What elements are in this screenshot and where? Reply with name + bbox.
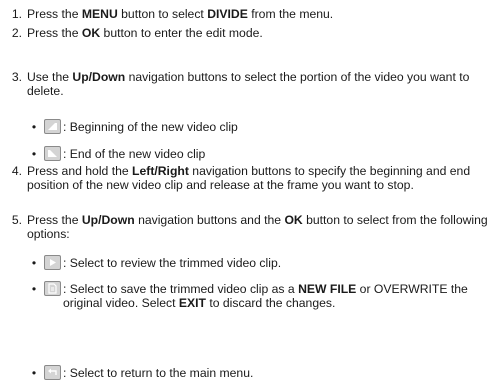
bold-term: OK — [81, 26, 101, 40]
text-run: : Select to save the trimmed video clip … — [63, 282, 299, 296]
text-run: : Select to review the trimmed video cli… — [63, 256, 282, 270]
step-text: Use the Up/Down navigation buttons to se… — [27, 70, 493, 99]
text-run: Press the — [27, 26, 82, 40]
step-1: 1. Press the MENU button to select DIVID… — [8, 7, 493, 22]
step-3: 3. Use the Up/Down navigation buttons to… — [8, 70, 493, 100]
step-5: 5. Press the Up/Down navigation buttons … — [8, 213, 493, 243]
bold-term: MENU — [81, 7, 118, 21]
step-number: 3. — [11, 70, 22, 84]
bullet-dot: • — [31, 256, 37, 270]
step-text: Press the Up/Down navigation buttons and… — [27, 213, 493, 242]
step-number: 2. — [11, 26, 22, 40]
text-run: Press and hold the — [27, 164, 133, 178]
bold-term: NEW FILE — [298, 282, 357, 296]
bold-term: Up/Down — [72, 70, 126, 84]
bold-term: OK — [284, 213, 303, 227]
list-item: • : End of the new video clip — [30, 146, 492, 162]
text-run: from the menu. — [247, 7, 334, 21]
text-run: : Beginning of the new video clip — [63, 120, 238, 134]
text-run: Press the — [27, 213, 82, 227]
bold-term: Up/Down — [81, 213, 135, 227]
clip-end-icon — [44, 146, 61, 161]
text-run: button to select — [117, 7, 208, 21]
text-run: : Select to return to the main menu. — [63, 366, 254, 380]
step-2: 2. Press the OK button to enter the edit… — [8, 26, 493, 41]
bold-term: EXIT — [178, 296, 206, 311]
bullet-dot: • — [31, 282, 37, 296]
step-text: Press the MENU button to select DIVIDE f… — [27, 7, 493, 21]
bullet-dot: • — [31, 147, 37, 161]
bullet-dot: • — [31, 366, 37, 380]
step-text: Press the OK button to enter the edit mo… — [27, 26, 493, 40]
text-run: Press the — [27, 7, 82, 21]
save-icon — [44, 281, 61, 296]
bullet-text: : Select to save the trimmed video clip … — [63, 282, 492, 311]
clip-beginning-icon — [44, 119, 61, 134]
bold-term: Left/Right — [132, 164, 189, 178]
step-4: 4. Press and hold the Left/Right navigat… — [8, 164, 493, 209]
text-run: navigation buttons and the — [134, 213, 285, 227]
list-item: • : Select to save the trimmed video cli… — [30, 281, 492, 326]
step-number: 1. — [11, 7, 22, 21]
text-run: Use the — [27, 70, 73, 84]
bullet-text: : End of the new video clip — [63, 147, 492, 161]
step-text: Press and hold the Left/Right navigation… — [27, 164, 493, 193]
text-run: to discard the changes. — [205, 296, 336, 311]
step-number: 4. — [11, 164, 22, 178]
play-icon — [44, 255, 61, 270]
list-item: • : Select to review the trimmed video c… — [30, 255, 492, 271]
list-item: • : Select to return to the main menu. — [30, 365, 492, 381]
bullet-text: : Beginning of the new video clip — [63, 120, 492, 134]
text-run: : End of the new video clip — [63, 147, 206, 161]
bullet-dot: • — [31, 120, 37, 134]
text-run: button to enter the edit mode. — [100, 26, 263, 40]
step-number: 5. — [11, 213, 22, 227]
return-icon — [44, 365, 61, 380]
bullet-text: : Select to review the trimmed video cli… — [63, 256, 492, 270]
list-item: • : Beginning of the new video clip — [30, 119, 492, 135]
instructions-document: 1. Press the MENU button to select DIVID… — [0, 0, 499, 389]
bullet-text: : Select to return to the main menu. — [63, 366, 492, 380]
bold-term: DIVIDE — [207, 7, 248, 21]
